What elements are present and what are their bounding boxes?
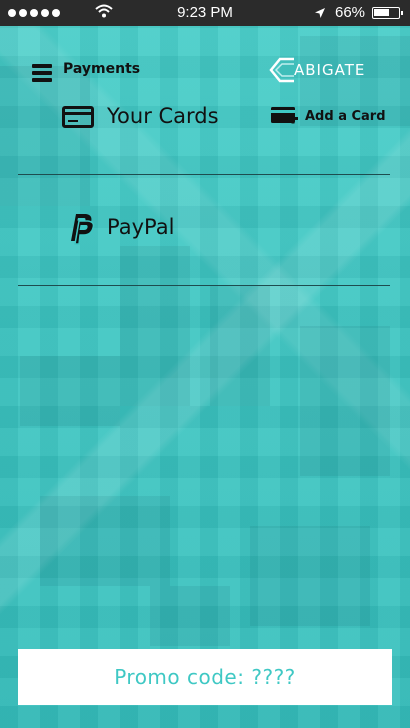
promo-code-button[interactable]: Promo code: ????	[18, 649, 392, 705]
promo-code-label: Promo code: ????	[114, 665, 296, 689]
paypal-option[interactable]: PayPal	[0, 205, 410, 251]
page-title: Payments	[63, 61, 141, 77]
your-cards-label: Your Cards	[107, 104, 219, 128]
cabigate-logo: ABIGATE	[268, 56, 365, 84]
add-a-card-label: Add a Card	[305, 108, 386, 124]
logo-text: ABIGATE	[294, 61, 366, 79]
credit-card-icon	[62, 106, 94, 132]
divider	[18, 285, 390, 286]
battery-percent: 66%	[335, 4, 366, 21]
paypal-label: PayPal	[107, 215, 175, 239]
paypal-icon	[62, 211, 96, 249]
location-arrow-icon	[314, 6, 326, 23]
hamburger-menu-icon[interactable]	[32, 64, 52, 82]
add-card-icon	[271, 107, 298, 124]
add-a-card-button[interactable]: Add a Card	[271, 106, 386, 126]
header: Payments ABIGATE	[0, 26, 410, 96]
your-cards-row[interactable]: Your Cards Add a Card	[0, 96, 410, 140]
battery-icon	[372, 7, 403, 19]
divider	[18, 174, 390, 175]
status-bar: 9:23 PM 66%	[0, 0, 410, 26]
